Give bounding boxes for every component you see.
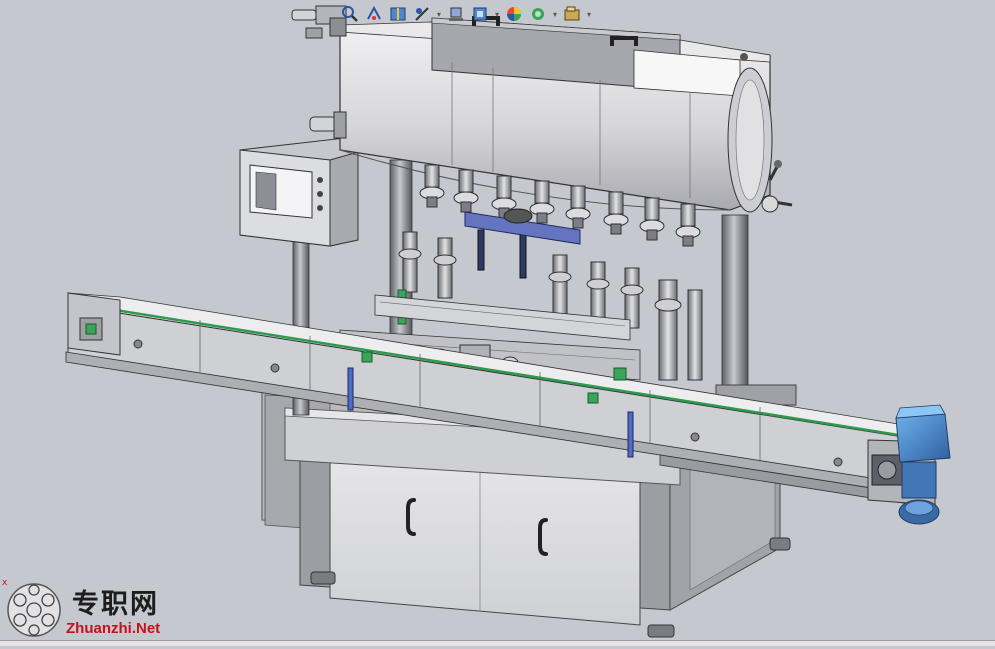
display-style-icon[interactable]	[412, 4, 432, 24]
toolbar-separator: ▾	[586, 9, 591, 19]
drive-motor	[895, 404, 951, 525]
scene-icon[interactable]	[504, 4, 524, 24]
cad-viewport[interactable]	[0, 0, 995, 645]
frame-column-right	[721, 214, 749, 411]
view-orient-icon[interactable]	[364, 4, 384, 24]
watermark: x 专职网 Zhuanzhi.Net	[2, 578, 192, 642]
zoom-icon[interactable]	[340, 4, 360, 24]
section-view-icon[interactable]	[388, 4, 408, 24]
toolbar-separator: ▾	[436, 9, 441, 19]
control-panel-box	[239, 137, 359, 247]
filling-machine-model	[65, 5, 951, 638]
inlet-valve-top	[291, 5, 347, 39]
view-toolbar: ▾ ▾ ▾ ▾	[340, 2, 670, 26]
view-settings-icon[interactable]	[562, 4, 582, 24]
inlet-valve-side	[309, 111, 347, 139]
watermark-brand-en: Zhuanzhi.Net	[66, 620, 161, 637]
watermark-logo-ball	[7, 583, 61, 637]
toolbar-separator: ▾	[494, 9, 499, 19]
status-bar	[0, 640, 995, 646]
toolbar-separator: ▾	[552, 9, 557, 19]
hide-show-icon[interactable]	[446, 4, 466, 24]
lighting-icon[interactable]	[528, 4, 548, 24]
appearance-icon[interactable]	[470, 4, 490, 24]
watermark-brand-cn: 专职网	[72, 589, 159, 620]
